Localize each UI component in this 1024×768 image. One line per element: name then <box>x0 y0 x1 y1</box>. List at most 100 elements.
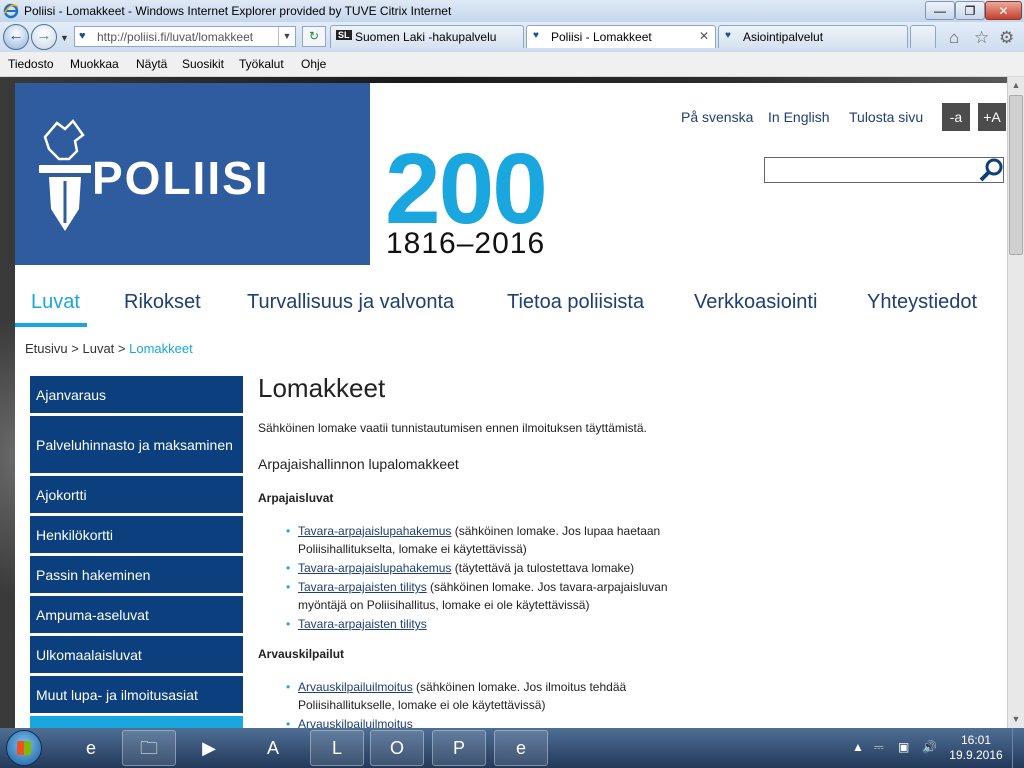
minimize-button[interactable]: — <box>925 1 955 20</box>
font-smaller-button[interactable]: -a <box>942 103 970 131</box>
address-input[interactable]: http://poliisi.fi/luvat/lomakkeet <box>97 30 257 44</box>
sidebar-item-lomakkeet[interactable]: Lomakkeet <box>30 716 243 728</box>
back-button[interactable]: ← <box>3 24 29 50</box>
nav-luvat[interactable]: Luvat <box>31 291 80 314</box>
forward-button[interactable]: → <box>31 24 57 50</box>
anniversary-number: 200 <box>385 133 548 245</box>
nav-turvallisuus[interactable]: Turvallisuus ja valvonta <box>247 291 454 314</box>
tray-usb-icon[interactable]: ⎓ <box>874 740 884 755</box>
history-dropdown-icon[interactable]: ▼ <box>60 33 69 43</box>
taskbar-powerpoint-icon[interactable]: P <box>432 730 486 766</box>
taskbar-clock[interactable]: 16:01 19.9.2016 <box>946 733 1006 763</box>
sidebar-item-passin-hakeminen[interactable]: Passin hakeminen <box>30 556 243 593</box>
breadcrumb: Etusivu > Luvat > Lomakkeet <box>25 341 193 356</box>
nav-tietoa-poliisista[interactable]: Tietoa poliisista <box>507 291 644 314</box>
list-item: • Tavara-arpajaislupahakemus (täytettävä… <box>286 561 635 575</box>
list-item: • Arvauskilpailuilmoitus (sähköinen loma… <box>286 680 627 712</box>
sl-favicon-icon: SL <box>336 30 352 40</box>
taskbar-ie-icon[interactable]: e <box>64 730 118 766</box>
tab-poliisi-lomakkeet[interactable]: ♥ Poliisi - Lomakkeet ✕ <box>526 25 716 48</box>
sidebar-item-henkilokortti[interactable]: Henkilökortti <box>30 516 243 553</box>
breadcrumb-home[interactable]: Etusivu <box>25 341 68 356</box>
link-tulosta-sivu[interactable]: Tulosta sivu <box>849 109 923 125</box>
maximize-button[interactable]: ❐ <box>955 1 985 20</box>
close-tab-icon[interactable]: ✕ <box>699 29 709 43</box>
tab-asiointipalvelut[interactable]: ♥ Asiointipalvelut <box>718 25 908 48</box>
internet-explorer-icon <box>3 3 19 19</box>
refresh-icon[interactable]: ↻ <box>302 26 326 47</box>
form-link[interactable]: Arvauskilpailuilmoitus <box>298 680 413 694</box>
page-favicon-icon: ♥ <box>79 30 86 42</box>
window-title: Poliisi - Lomakkeet - Windows Internet E… <box>24 4 452 18</box>
browser-navbar: ← → ▼ ♥ http://poliisi.fi/luvat/lomakkee… <box>0 22 1024 53</box>
menu-tyokalut[interactable]: Työkalut <box>239 57 284 71</box>
nav-verkkoasiointi[interactable]: Verkkoasiointi <box>694 291 817 314</box>
menu-muokkaa[interactable]: Muokkaa <box>70 57 119 71</box>
sidebar-item-palveluhinnasto[interactable]: Palveluhinnasto ja maksaminen <box>30 416 243 473</box>
form-link[interactable]: Tavara-arpajaisten tilitys <box>298 580 427 594</box>
link-pa-svenska[interactable]: På svenska <box>681 109 753 125</box>
taskbar-ie-active-icon[interactable]: e <box>494 730 548 766</box>
section-title: Arpajaishallinnon lupalomakkeet <box>258 456 459 472</box>
group-title-arpajaisluvat: Arpajaisluvat <box>258 491 334 505</box>
taskbar-explorer-icon[interactable]: 🗀 <box>122 730 176 766</box>
tools-gear-icon[interactable]: ⚙ <box>999 28 1014 48</box>
form-link[interactable]: Tavara-arpajaislupahakemus <box>298 524 451 538</box>
form-link[interactable]: Tavara-arpajaisten tilitys <box>298 617 427 631</box>
poliisi-favicon-icon: ♥ <box>725 30 731 41</box>
page-title: Lomakkeet <box>258 373 386 403</box>
search-input[interactable] <box>764 157 1004 183</box>
group-title-arvauskilpailut: Arvauskilpailut <box>258 647 345 661</box>
nav-rikokset[interactable]: Rikokset <box>124 291 201 314</box>
list-item: • Tavara-arpajaisten tilitys (sähköinen … <box>286 580 668 612</box>
scroll-thumb[interactable] <box>1009 95 1023 255</box>
scroll-up-icon[interactable]: ▲ <box>1008 77 1024 94</box>
new-tab-button[interactable] <box>910 25 936 48</box>
start-button[interactable] <box>6 730 42 766</box>
form-link[interactable]: Tavara-arpajaislupahakemus <box>298 561 451 575</box>
font-larger-button[interactable]: +A <box>978 103 1006 131</box>
anniversary-years: 1816–2016 <box>386 227 546 260</box>
web-page: POLIISI 200 1816–2016 På svenska In Engl… <box>0 77 1024 728</box>
address-dropdown-icon[interactable]: ▼ <box>278 27 295 46</box>
link-in-english[interactable]: In English <box>768 109 829 125</box>
scroll-down-icon[interactable]: ▼ <box>1008 711 1024 728</box>
home-icon[interactable]: ⌂ <box>949 28 959 48</box>
clock-time: 16:01 <box>960 733 992 747</box>
taskbar-lync-icon[interactable]: L <box>310 730 364 766</box>
tab-suomen-laki[interactable]: SL Suomen Laki -hakupalvelu <box>330 25 524 48</box>
list-item: • Arvauskilpailuilmoitus <box>286 715 706 728</box>
breadcrumb-luvat[interactable]: Luvat <box>82 341 114 356</box>
sidebar-item-muut-luvat[interactable]: Muut lupa- ja ilmoitusasiat <box>30 676 243 713</box>
clock-date: 19.9.2016 <box>949 748 1003 762</box>
address-bar[interactable]: ♥ http://poliisi.fi/luvat/lomakkeet ▼ <box>74 26 296 47</box>
close-window-button[interactable]: ✕ <box>985 1 1022 20</box>
sidebar-item-ampuma-aseluvat[interactable]: Ampuma-aseluvat <box>30 596 243 633</box>
poliisi-logo[interactable]: POLIISI <box>15 83 370 265</box>
taskbar-media-player-icon[interactable]: ▶ <box>182 730 236 766</box>
police-emblem-icon <box>39 119 91 231</box>
breadcrumb-current: Lomakkeet <box>129 341 193 356</box>
tray-network-icon[interactable]: ▣ <box>898 740 909 754</box>
form-link[interactable]: Arvauskilpailuilmoitus <box>298 717 413 728</box>
list-item: • Tavara-arpajaislupahakemus (sähköinen … <box>286 524 661 556</box>
taskbar-outlook-icon[interactable]: O <box>370 730 424 766</box>
tray-volume-icon[interactable]: 🔊 <box>922 740 937 754</box>
menu-suosikit[interactable]: Suosikit <box>182 57 224 71</box>
list-item: • Tavara-arpajaisten tilitys <box>286 617 427 631</box>
sidebar-item-ajokortti[interactable]: Ajokortti <box>30 476 243 513</box>
main-navigation: Luvat Rikokset Turvallisuus ja valvonta … <box>15 285 1010 327</box>
taskbar-wordpad-icon[interactable]: A <box>246 730 300 766</box>
menu-tiedosto[interactable]: Tiedosto <box>8 57 54 71</box>
menu-bar: Tiedosto Muokkaa Näytä Suosikit Työkalut… <box>0 52 1024 77</box>
page-scrollbar[interactable]: ▲ ▼ <box>1007 77 1024 728</box>
show-desktop-button[interactable] <box>1012 728 1024 768</box>
tray-expand-icon[interactable]: ▲ <box>852 740 864 754</box>
nav-yhteystiedot[interactable]: Yhteystiedot <box>867 291 977 314</box>
sidebar-item-ulkomaalaisluvat[interactable]: Ulkomaalaisluvat <box>30 636 243 673</box>
favorites-star-icon[interactable]: ☆ <box>974 28 989 48</box>
search-icon[interactable] <box>978 157 1004 183</box>
menu-nayta[interactable]: Näytä <box>136 57 167 71</box>
sidebar-item-ajanvaraus[interactable]: Ajanvaraus <box>30 376 243 413</box>
menu-ohje[interactable]: Ohje <box>301 57 326 71</box>
